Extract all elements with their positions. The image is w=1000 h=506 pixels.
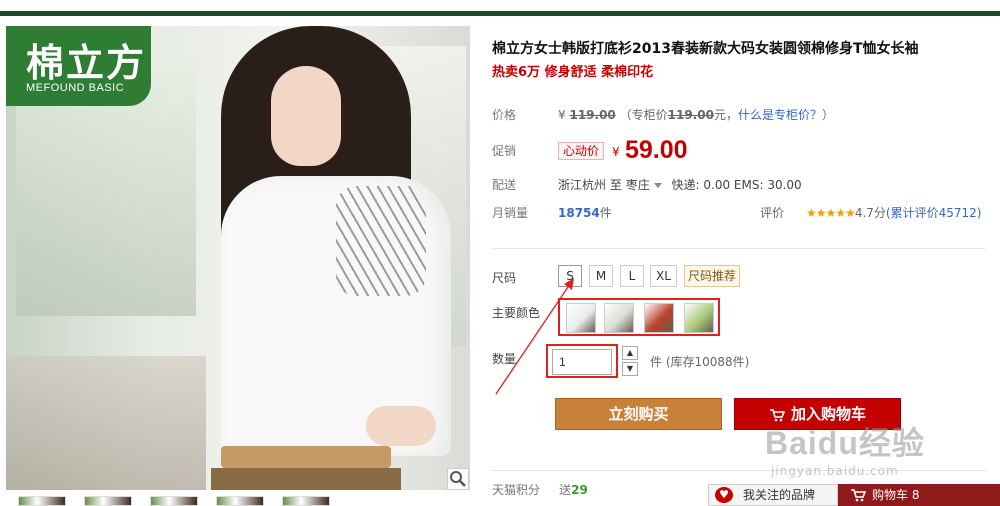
watermark-url: jingyan.baidu.com — [771, 464, 899, 478]
color-swatch[interactable] — [604, 303, 634, 333]
sales-row: 月销量 18754件 评价 ★★★★★4.7分(累计评价45712) — [492, 204, 992, 220]
stock-info: 件 (库存10088件) — [650, 355, 750, 369]
close-paren: ） — [821, 108, 834, 122]
points-label: 天猫积分 — [492, 483, 541, 497]
size-recommend-button[interactable]: 尺码推荐 — [684, 265, 741, 287]
product-header: 棉立方女士韩版打底衫2013春装新款大码女装圆领棉修身T恤女长袖 热卖6万 修身… — [492, 40, 992, 82]
points-value: 29 — [571, 483, 588, 497]
ship-to-word: 至 — [609, 178, 622, 192]
original-price: 119.00 — [569, 108, 616, 122]
counter-price-suffix: 元， — [713, 108, 738, 122]
shirt-print — [336, 186, 426, 296]
watermark-main: Baidu经验 — [765, 425, 925, 461]
thumbnail[interactable] — [84, 496, 132, 506]
cart-icon — [851, 489, 866, 502]
promo-currency: ¥ — [612, 145, 620, 159]
ship-from: 浙江杭州 — [558, 178, 607, 192]
product-subtitle: 热卖6万 修身舒适 柔棉印花 — [492, 65, 654, 80]
chevron-down-icon[interactable] — [653, 183, 662, 188]
reviews-link[interactable]: (累计评价45712) — [886, 206, 982, 220]
shipping-info: 浙江杭州 至 枣庄 快递: 0.00 EMS: 30.00 — [558, 176, 802, 193]
thumbnail[interactable] — [216, 496, 264, 506]
sales-count: 18754 — [558, 206, 600, 220]
shipping-label: 配送 — [492, 178, 517, 192]
price-label: 价格 — [492, 108, 517, 122]
followed-brands-button[interactable]: ♥ 我关注的品牌 — [708, 484, 838, 506]
counter-price-prefix: （专柜价 — [619, 108, 668, 122]
thumbnail[interactable] — [18, 496, 66, 506]
heart-icon: ♥ — [715, 487, 733, 503]
annotation-arrow — [495, 278, 574, 395]
rating-label: 评价 — [760, 206, 785, 220]
currency-symbol: ¥ — [558, 108, 566, 122]
sales-unit: 件 — [599, 206, 612, 220]
price-value: ¥ 119.00 （专柜价119.00元，什么是专柜价？） — [558, 106, 834, 123]
price-row: 价格 ¥ 119.00 （专柜价119.00元，什么是专柜价？） — [492, 106, 992, 122]
thumbnail-strip — [6, 496, 470, 506]
size-option-l[interactable]: L — [620, 265, 644, 287]
rating: 评价 ★★★★★4.7分(累计评价45712) — [760, 204, 981, 221]
brand-name-cn: 棉立方 — [26, 41, 147, 85]
ship-destination[interactable]: 枣庄 — [626, 178, 650, 192]
divider — [492, 248, 986, 249]
cart-bar-label: 购物车 8 — [872, 488, 920, 502]
counter-price: 119.00 — [667, 108, 714, 122]
brand-name-en: MEFOUND BASIC — [26, 82, 125, 94]
promo-row: 促销 心动价 ¥ 59.00 — [492, 136, 992, 166]
top-bar — [0, 0, 1000, 16]
brand-logo: 棉立方 MEFOUND BASIC — [6, 26, 151, 106]
points-row: 天猫积分 送29 — [492, 481, 588, 498]
points-prefix: 送 — [559, 483, 572, 497]
color-swatch[interactable] — [684, 303, 714, 333]
watermark: Baidu经验 jingyan.baidu.com — [765, 418, 995, 482]
quantity-increase-button[interactable]: ▲ — [622, 346, 638, 360]
zoom-icon[interactable] — [447, 468, 469, 490]
size-option-m[interactable]: M — [589, 265, 613, 287]
background-furniture — [6, 356, 206, 490]
product-title: 棉立方女士韩版打底衫2013春装新款大码女装圆领棉修身T恤女长袖 — [492, 41, 919, 57]
color-swatch[interactable] — [644, 303, 674, 333]
quantity-decrease-button[interactable]: ▼ — [622, 362, 638, 376]
rating-score: 4.7分 — [854, 206, 886, 220]
thumbnail[interactable] — [282, 496, 330, 506]
sales-value: 18754件 — [558, 204, 612, 221]
model-hand — [366, 406, 436, 446]
promo-price: 59.00 — [625, 136, 688, 164]
shipping-fees: 快递: 0.00 EMS: 30.00 — [671, 178, 802, 192]
counter-price-help-link[interactable]: 什么是专柜价？ — [738, 108, 822, 122]
cart-bar-button[interactable]: 购物车 8 — [838, 484, 1000, 506]
followed-brands-label: 我关注的品牌 — [743, 488, 816, 502]
ship-destination-select[interactable]: 枣庄 — [626, 178, 668, 192]
model-face — [271, 66, 341, 166]
star-rating-icon: ★★★★★ — [806, 206, 856, 220]
model-skirt — [211, 468, 401, 490]
shipping-row: 配送 浙江杭州 至 枣庄 快递: 0.00 EMS: 30.00 — [492, 176, 992, 192]
promo-label: 促销 — [492, 144, 517, 158]
model-belt — [221, 446, 391, 468]
promo-tag: 心动价 — [558, 142, 605, 160]
size-option-xl[interactable]: XL — [650, 265, 677, 287]
sales-label: 月销量 — [492, 206, 529, 220]
thumbnail[interactable] — [150, 496, 198, 506]
buy-now-button[interactable]: 立刻购买 — [555, 398, 722, 430]
